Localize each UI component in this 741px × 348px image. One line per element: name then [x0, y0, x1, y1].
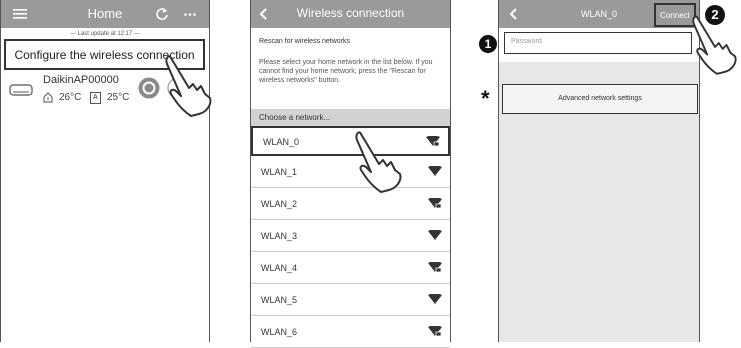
network-row[interactable]: WLAN_4: [251, 254, 450, 284]
wifi-locked-icon: [428, 261, 442, 275]
network-row[interactable]: WLAN_6: [251, 318, 450, 348]
network-row[interactable]: WLAN_2: [251, 190, 450, 220]
more-icon[interactable]: [184, 13, 196, 16]
wifi-locked-icon: [428, 325, 442, 339]
network-row[interactable]: WLAN_0: [251, 126, 450, 156]
choose-network-label: Choose a network...: [259, 113, 331, 122]
rescan-button[interactable]: Rescan for wireless networks: [259, 38, 350, 45]
wifi-locked-icon: [428, 197, 442, 211]
wifi-icon: [428, 293, 442, 307]
wifi-locked-icon: [426, 135, 440, 149]
device-name: DaikinAP00000: [43, 74, 119, 86]
network-name: WLAN_2: [261, 199, 298, 209]
refresh-icon[interactable]: [155, 7, 169, 21]
wireless-connection-screen: Wireless connection Rescan for wireless …: [250, 0, 451, 348]
network-list: WLAN_0 WLAN_1 WLAN_2 WLAN_3 WLAN_4 WLAN_5 WLAN…: [251, 126, 450, 348]
wifi-icon: [428, 229, 442, 243]
configure-wireless-button[interactable]: Configure the wireless connection: [4, 39, 205, 70]
password-placeholder: Password: [511, 38, 542, 45]
network-name: WLAN_1: [261, 167, 298, 177]
outdoor-temp: 25°C: [107, 92, 130, 103]
home-title: Home: [87, 6, 123, 21]
network-instructions: Please select your home network in the l…: [259, 59, 433, 84]
last-update-text: --- Last update at 12:17 ---: [69, 31, 141, 37]
asterisk-note-marker: *: [481, 86, 490, 111]
network-row[interactable]: WLAN_3: [251, 222, 450, 252]
air-conditioner-icon: [9, 84, 33, 98]
connect-button[interactable]: Connect: [654, 3, 696, 27]
step-1-callout: 1: [479, 35, 497, 53]
network-name: WLAN_4: [261, 263, 298, 273]
network-row[interactable]: WLAN_1: [251, 158, 450, 188]
power-icon[interactable]: [138, 77, 160, 99]
home-screen: Home --- Last update at 12:17 --- Config…: [0, 0, 212, 342]
network-name: WLAN_5: [261, 295, 298, 305]
network-name: WLAN_6: [261, 327, 298, 337]
connect-label: Connect: [660, 11, 690, 20]
house-icon: [43, 92, 53, 103]
indoor-temp: 26°C: [59, 92, 82, 103]
advanced-network-settings-label: Advanced network settings: [558, 95, 642, 102]
network-name: WLAN_3: [261, 231, 298, 241]
network-name: WLAN_0: [263, 137, 300, 147]
wireless-topbar: Wireless connection: [251, 0, 450, 28]
outdoor-label-badge: A: [90, 92, 101, 104]
home-topbar: Home: [1, 0, 209, 28]
device-row[interactable]: DaikinAP00000 26°C A 25°C: [1, 72, 209, 112]
wifi-icon: [428, 165, 442, 179]
wlan-password-screen: WLAN_0 Connect Password Advanced network…: [498, 0, 700, 342]
advanced-network-settings-button[interactable]: Advanced network settings: [502, 84, 698, 114]
configure-wireless-label: Configure the wireless connection: [14, 48, 195, 62]
step-2-callout: 2: [705, 5, 725, 25]
choose-network-header: Choose a network...: [251, 109, 450, 126]
network-row[interactable]: WLAN_5: [251, 286, 450, 316]
password-field[interactable]: Password: [504, 32, 692, 54]
mode-toggle-icon[interactable]: [167, 77, 187, 99]
wireless-title: Wireless connection: [296, 6, 405, 20]
